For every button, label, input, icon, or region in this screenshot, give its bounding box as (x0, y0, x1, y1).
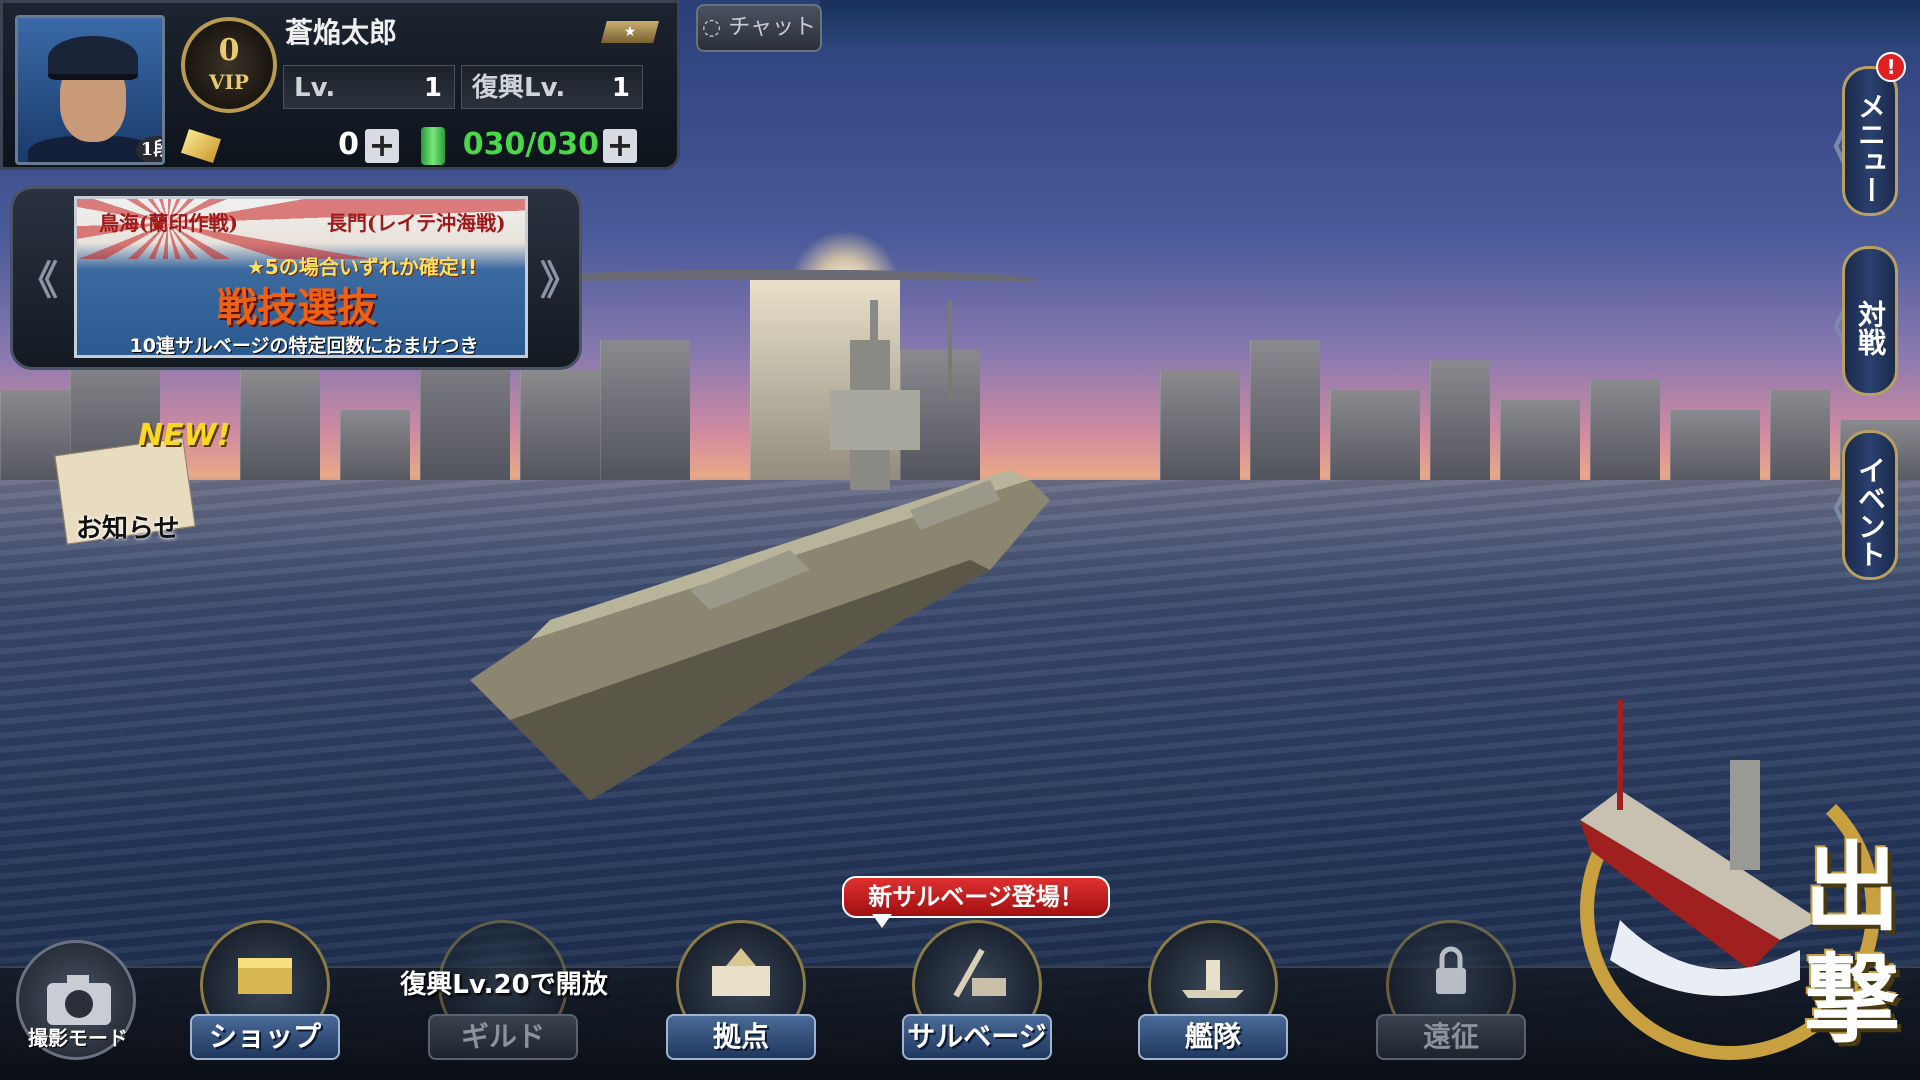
sortie-label-char2: 撃 (1804, 943, 1900, 1056)
base-label: 拠点 (666, 1014, 816, 1060)
expedition-button[interactable]: 遠征 (1366, 920, 1536, 1070)
revival-label: 復興Lv. (472, 73, 566, 103)
rank-badge: 1段 (136, 136, 162, 162)
guild-lock-note: 復興Lv.20で開放 (400, 970, 608, 1000)
chat-label: チャット (728, 15, 816, 40)
treasure-chest-icon (238, 958, 292, 994)
chat-bubble-icon: ◌ (702, 15, 729, 40)
building-icon (712, 948, 770, 996)
sortie-ship-icon (1580, 700, 1820, 996)
banner-headline: 戦技選抜 (217, 284, 377, 331)
tab-battle[interactable]: 対戦 (1842, 246, 1898, 396)
battleship-model[interactable] (470, 300, 1270, 820)
fuel-value: 030/030 (462, 127, 599, 162)
fleet-ships-icon (1182, 960, 1244, 998)
fuel-icon (421, 127, 445, 165)
player-name: 蒼焔太郎 (285, 16, 398, 49)
vip-label: VIP (209, 70, 249, 94)
salvage-label: サルベージ (902, 1014, 1052, 1060)
base-button[interactable]: 拠点 (656, 920, 826, 1070)
vip-badge[interactable]: 0 VIP (181, 17, 277, 113)
level-value: 1 (423, 73, 442, 103)
player-level: Lv. 1 (283, 65, 455, 109)
gold-icon (181, 129, 221, 163)
revival-level: 復興Lv. 1 (461, 65, 643, 109)
tab-event[interactable]: イベント (1842, 430, 1898, 580)
expedition-label: 遠征 (1376, 1014, 1526, 1060)
guild-label: ギルド (428, 1014, 578, 1060)
player-avatar[interactable]: 1段 (15, 15, 165, 165)
banner-next-button[interactable]: 》 (540, 248, 580, 306)
salvage-callout: 新サルベージ登場！ (842, 876, 1110, 918)
gold-value: 0 (338, 127, 359, 162)
news-label[interactable]: お知らせ (76, 508, 179, 545)
vip-level: 0 (218, 33, 240, 68)
level-label: Lv. (294, 73, 336, 103)
crane-icon (953, 948, 1006, 998)
shop-button[interactable]: ショップ (180, 920, 350, 1070)
tab-menu[interactable]: メニュー (1842, 66, 1898, 216)
top-strip (820, 0, 1920, 44)
event-banner[interactable]: 鳥海(蘭印作戦) 長門(レイテ沖海戦) ★5の場合いずれか確定!! 戦技選抜 1… (74, 196, 528, 358)
banner-prev-button[interactable]: 《 (18, 248, 58, 306)
lock-icon (1436, 946, 1466, 994)
rank-star-badge: ★ (601, 21, 659, 43)
sortie-button[interactable]: 出 撃 (1560, 700, 1920, 1080)
banner-ship1-tag: 鳥海(蘭印作戦) (99, 211, 238, 235)
menu-alert-badge: ! (1876, 52, 1906, 82)
player-profile-panel[interactable]: 1段 0 VIP 蒼焔太郎 ★ Lv. 1 復興Lv. 1 0 + 030/03… (0, 0, 680, 170)
chat-button[interactable]: ◌ チャット (696, 4, 822, 52)
shop-label: ショップ (190, 1014, 340, 1060)
salvage-button[interactable]: サルベージ (892, 920, 1062, 1070)
add-gold-button[interactable]: + (365, 129, 399, 163)
photo-mode-label: 撮影モード (28, 1026, 128, 1050)
news-new-badge: NEW! (138, 418, 231, 453)
fleet-label: 艦隊 (1138, 1014, 1288, 1060)
add-fuel-button[interactable]: + (603, 129, 637, 163)
banner-subtitle: 10連サルベージの特定回数におまけつき (129, 335, 479, 357)
banner-ship2-tag: 長門(レイテ沖海戦) (327, 211, 506, 235)
revival-value: 1 (611, 73, 630, 103)
callout-tail (872, 914, 892, 928)
fleet-button[interactable]: 艦隊 (1128, 920, 1298, 1070)
